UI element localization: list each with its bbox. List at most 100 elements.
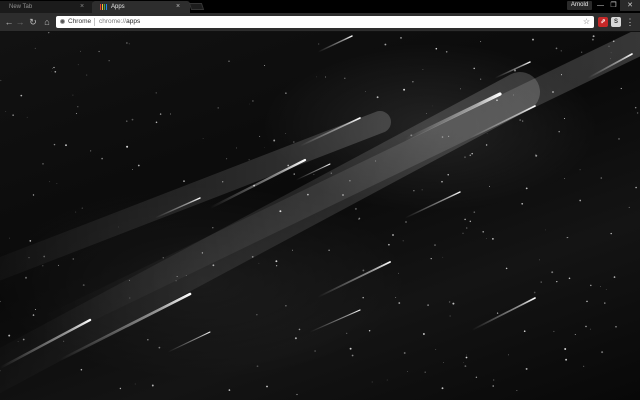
star	[362, 296, 364, 299]
star	[57, 264, 60, 266]
star	[20, 94, 23, 97]
star	[492, 385, 495, 387]
star	[75, 211, 77, 213]
star	[522, 120, 524, 122]
star	[592, 35, 595, 38]
star	[604, 302, 606, 304]
star	[318, 43, 320, 45]
address-bar[interactable]: Chrome chrome://apps ☆	[56, 16, 594, 28]
star	[285, 92, 287, 94]
minimize-button[interactable]: —	[594, 0, 607, 11]
menu-icon[interactable]: ⋮	[625, 17, 635, 27]
star	[564, 178, 566, 180]
new-tab-button[interactable]	[188, 3, 205, 10]
star	[634, 106, 637, 109]
star	[9, 237, 10, 239]
tab-apps[interactable]: Apps ×	[92, 1, 190, 13]
star	[568, 277, 571, 280]
star	[392, 234, 394, 236]
star	[464, 218, 466, 221]
close-icon[interactable]: ×	[176, 1, 180, 13]
star	[371, 381, 373, 383]
star	[266, 385, 268, 388]
close-icon[interactable]: ×	[80, 1, 84, 13]
star	[185, 275, 187, 276]
star	[358, 217, 361, 220]
maximize-button[interactable]: ❐	[607, 0, 620, 11]
star	[158, 346, 161, 349]
meteor-streak	[309, 309, 361, 333]
star	[285, 305, 287, 307]
star	[72, 94, 74, 96]
star	[600, 177, 603, 179]
star	[43, 255, 46, 258]
star	[314, 350, 316, 352]
star	[618, 137, 620, 140]
star	[485, 144, 488, 146]
star	[0, 300, 1, 303]
star	[82, 284, 85, 287]
star	[316, 76, 317, 78]
star	[275, 265, 278, 267]
profile-button[interactable]: Arnold	[567, 1, 592, 10]
star	[128, 279, 130, 281]
star	[28, 257, 30, 259]
star	[413, 190, 415, 192]
star	[86, 74, 88, 76]
star	[294, 337, 297, 340]
star	[52, 68, 53, 70]
toolbar: ← → ↻ ⌂ Chrome chrome://apps ☆ ⇗ S ⋮	[0, 13, 640, 32]
star	[635, 186, 637, 189]
reload-icon[interactable]: ↻	[27, 16, 39, 28]
star	[434, 244, 436, 247]
star	[386, 379, 388, 381]
forward-icon[interactable]: →	[14, 16, 26, 28]
star	[505, 267, 508, 270]
star	[222, 181, 224, 183]
star	[552, 91, 554, 93]
chrome-page-icon[interactable]	[60, 19, 65, 24]
star	[258, 262, 260, 264]
star	[535, 153, 537, 155]
home-icon[interactable]: ⌂	[41, 16, 53, 28]
star	[328, 249, 330, 252]
star	[421, 189, 423, 191]
star	[134, 383, 136, 385]
close-window-button[interactable]: ✕	[620, 0, 640, 11]
s-extension-icon[interactable]: S	[611, 17, 621, 27]
red-extension-icon[interactable]: ⇗	[598, 17, 608, 27]
star	[32, 194, 35, 196]
star	[17, 341, 19, 342]
star	[249, 103, 251, 105]
star	[471, 152, 473, 155]
star	[217, 107, 219, 109]
star	[169, 113, 171, 115]
star	[441, 387, 444, 390]
star	[496, 99, 498, 102]
star	[77, 106, 79, 108]
star	[388, 243, 390, 246]
star	[307, 193, 309, 196]
star	[351, 354, 354, 357]
bookmark-star-icon[interactable]: ☆	[583, 16, 590, 28]
tab-new-tab[interactable]: New Tab ×	[0, 1, 95, 13]
star	[583, 365, 585, 367]
star	[285, 133, 287, 134]
star	[0, 79, 2, 82]
star	[65, 144, 67, 147]
star	[77, 64, 79, 66]
star	[427, 304, 429, 306]
tab-strip: New Tab × Apps × Arnold — ❐ ✕	[0, 0, 640, 13]
url-text[interactable]: chrome://apps	[99, 16, 140, 28]
star	[553, 330, 555, 332]
star	[430, 258, 432, 260]
star	[368, 330, 371, 332]
star	[422, 333, 425, 335]
star	[381, 263, 382, 265]
star	[448, 301, 451, 303]
star	[586, 300, 588, 303]
star	[563, 117, 566, 120]
star	[375, 160, 377, 162]
star	[424, 371, 426, 373]
star	[442, 361, 444, 363]
